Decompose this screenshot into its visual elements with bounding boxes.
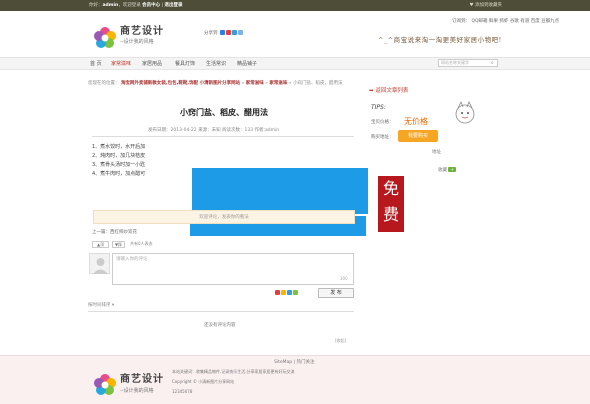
- avatar-icon: [93, 258, 108, 274]
- footer-logo-icon[interactable]: [94, 374, 116, 396]
- nav-household[interactable]: 家居用品: [142, 61, 162, 67]
- share-bar: 分享到: [204, 30, 243, 36]
- search-input[interactable]: 网站名称关键字: [438, 59, 498, 67]
- subscribe-douban[interactable]: 豆瓣九点: [541, 19, 559, 24]
- bookmark-link[interactable]: ♥ 添加到收藏夹: [470, 3, 502, 8]
- meta-divider: [92, 136, 354, 137]
- breadcrumb-prefix: 您现在的位置：: [88, 81, 120, 86]
- prev-article-link[interactable]: 上一篇：西红柿炒双花: [92, 230, 137, 235]
- username: admin: [102, 3, 119, 8]
- member-center-link[interactable]: 会员中心: [142, 3, 160, 8]
- footer-site-name: 商艺设计: [120, 374, 164, 385]
- share-renren-icon[interactable]: [237, 30, 243, 35]
- breadcrumb-sep: »: [241, 81, 245, 86]
- like-label: 顶: [100, 242, 105, 247]
- subscribe-links: 订阅到： QQ邮箱 鲜果 抓虾 谷歌 有道 百度 豆瓣九点: [452, 19, 559, 24]
- ad-banner[interactable]: [190, 168, 368, 236]
- breadcrumb-cat2[interactable]: 家常滋味: [269, 81, 287, 86]
- site-logo-icon[interactable]: [94, 27, 116, 49]
- breadcrumb-sep: »: [265, 81, 268, 86]
- nav-life-tips[interactable]: 生活常识: [206, 61, 226, 67]
- price-label: 宝贝价格：: [371, 120, 394, 125]
- main-nav: 首 页 家常滋味 家居用品 餐具灯饰 生活常识 精品铺子: [0, 57, 590, 70]
- footer-slogan: --设计我的风格: [120, 388, 154, 394]
- share-label: 分享到: [204, 31, 218, 36]
- article-title: 小窍门盐、稻皮、醋用法: [180, 108, 268, 117]
- like-button[interactable]: ▲顶: [92, 241, 109, 248]
- site-name[interactable]: 商艺设计: [120, 26, 164, 38]
- back-link-label: 返回文章列表: [375, 88, 409, 94]
- article-meta: 发布日期：2013-04-22 来源：未知 阅读次数：133 作者:admin: [148, 128, 280, 133]
- header-tagline: ^_^商宝说来淘一淘更美好家居小物吧!: [378, 36, 502, 44]
- avatar: [89, 253, 110, 274]
- footer-keywords: 本站关键词：收集精品物件,记录快乐生活,分享家居家居更有好玩交流: [172, 369, 295, 374]
- comment-divider: [88, 311, 354, 312]
- buy-button[interactable]: 我要购买: [398, 130, 438, 142]
- share-tencent-icon[interactable]: [231, 30, 237, 35]
- footer-number: 12345678: [172, 389, 193, 394]
- sidebar-fav-label: 收藏: [438, 168, 447, 173]
- likes-count: 共有0人表态: [130, 241, 153, 246]
- char-counter: 300: [340, 276, 348, 281]
- subscribe-youdao[interactable]: 有道: [520, 19, 529, 24]
- sidebar-fav-button[interactable]: +: [448, 167, 456, 172]
- search-icon[interactable]: ⌕: [491, 60, 494, 66]
- comment-notice: 欢迎评论，发表你的看法: [93, 210, 355, 224]
- buy-label: 购买地址：: [371, 135, 394, 140]
- subscribe-google[interactable]: 谷歌: [510, 19, 519, 24]
- share-qzone-icon[interactable]: [219, 30, 225, 35]
- nav-tableware[interactable]: 餐具灯饰: [175, 61, 195, 67]
- bookmark-text: 添加到收藏夹: [475, 3, 502, 8]
- back-to-list-link[interactable]: ➥ 返回文章列表: [369, 88, 408, 95]
- header: [0, 11, 590, 55]
- sort-dropdown[interactable]: 按时间排序 ▾: [88, 303, 114, 308]
- share-icon[interactable]: [293, 290, 298, 295]
- footer-copyright: Copyright © 小清新图片分享网站: [172, 379, 235, 384]
- image-icon[interactable]: [287, 290, 292, 295]
- user-status: 你好：admin，欢迎登录 会员中心 | 退出登录: [89, 3, 183, 8]
- subscribe-qq[interactable]: QQ邮箱: [471, 19, 487, 24]
- nav-home[interactable]: 首 页: [90, 61, 102, 67]
- post-comment-button[interactable]: 发 布: [318, 288, 354, 298]
- comment-input[interactable]: 请输入你的评论: [112, 253, 354, 285]
- breadcrumb-sep: »: [288, 81, 292, 86]
- subscribe-label: 订阅到：: [452, 19, 470, 24]
- breadcrumb-current: 小窍门盐、稻皮、醋用法: [293, 81, 343, 86]
- greeting-text: 你好：: [89, 3, 103, 8]
- footer-links[interactable]: SiteMap | 热门关注: [274, 360, 315, 365]
- dislike-button[interactable]: ▼踩: [112, 241, 125, 248]
- article-line: 3、煮骨头汤时加一小匙: [92, 162, 146, 168]
- sidebar-extra-fav: 收藏 +: [438, 167, 456, 173]
- free-stamp: 免费: [378, 176, 404, 232]
- subscribe-zhuaxia[interactable]: 抓虾: [499, 19, 508, 24]
- price-value: 无价格: [404, 117, 428, 126]
- emoji-icon[interactable]: [275, 290, 280, 295]
- sidebar-extra-address: 地址: [432, 150, 441, 155]
- breadcrumb-site[interactable]: 淘宝网外卖铺新款女装,包包,鞋靴,饰配 小清新图片分享网站: [121, 81, 240, 86]
- article-line: 1、煮水饺时，水开后加: [92, 144, 146, 150]
- article-line: 2、炖肉时，加几块桔皮: [92, 153, 146, 159]
- emoji-icon[interactable]: [281, 290, 286, 295]
- article-line: 4、煮牛肉时，加点醋可: [92, 171, 146, 177]
- welcome-text: ，欢迎登录: [118, 3, 141, 8]
- subscribe-xianguo[interactable]: 鲜果: [489, 19, 498, 24]
- collapse-link[interactable]: [收起]: [335, 338, 346, 344]
- site-slogan: --设计我的风格: [120, 39, 154, 45]
- share-weibo-icon[interactable]: [225, 30, 231, 35]
- nav-home-cooking[interactable]: 家常滋味: [111, 61, 131, 67]
- tips-label: TIPS:: [371, 104, 386, 111]
- dislike-label: 踩: [118, 242, 123, 247]
- no-comments-text: 还没有评论内容: [204, 323, 236, 328]
- logout-link[interactable]: 退出登录: [165, 3, 183, 8]
- nav-boutique[interactable]: 精品铺子: [237, 61, 257, 67]
- subscribe-baidu[interactable]: 百度: [531, 19, 540, 24]
- emoji-toolbar: [274, 290, 298, 296]
- breadcrumb-cat1[interactable]: 家常滋味: [246, 81, 264, 86]
- breadcrumb: 您现在的位置： 淘宝网外卖铺新款女装,包包,鞋靴,饰配 小清新图片分享网站 » …: [88, 81, 343, 86]
- top-bar: 你好：admin，欢迎登录 会员中心 | 退出登录 ♥ 添加到收藏夹: [0, 0, 590, 11]
- mascot-icon: [455, 101, 475, 124]
